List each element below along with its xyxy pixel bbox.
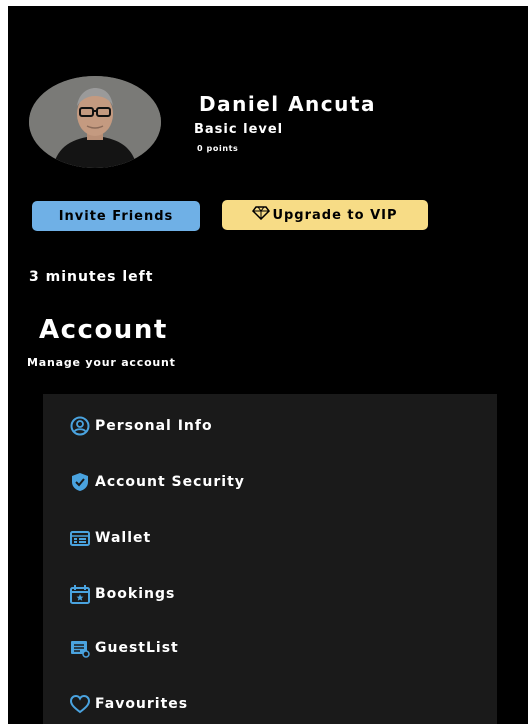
account-subheading: Manage your account xyxy=(27,356,176,369)
menu-item-personal-info[interactable]: Personal Info xyxy=(67,413,213,439)
menu-item-label: GuestList xyxy=(95,640,179,656)
heart-icon xyxy=(67,693,93,715)
account-heading: Account xyxy=(39,315,168,345)
guest-list-icon xyxy=(67,637,93,659)
menu-item-label: Favourites xyxy=(95,696,189,712)
calendar-icon xyxy=(67,583,93,605)
wallet-icon xyxy=(67,527,93,549)
diamond-icon xyxy=(252,206,271,224)
menu-item-label: Account Security xyxy=(95,474,245,490)
avatar[interactable] xyxy=(29,76,161,168)
menu-item-account-security[interactable]: Account Security xyxy=(67,469,245,495)
user-circle-icon xyxy=(67,415,93,437)
profile-name: Daniel Ancuta xyxy=(199,92,376,116)
menu-item-label: Wallet xyxy=(95,530,152,546)
menu-item-guestlist[interactable]: GuestList xyxy=(67,635,179,661)
membership-level: Basic level xyxy=(194,122,284,137)
invite-friends-button[interactable]: Invite Friends xyxy=(32,201,200,231)
upgrade-vip-label: Upgrade to VIP xyxy=(272,207,398,223)
time-left-text: 3 minutes left xyxy=(29,269,154,285)
account-menu: Personal Info Account Security Wallet Bo… xyxy=(43,394,497,724)
points-count: 0 points xyxy=(197,144,239,153)
avatar-photo xyxy=(29,76,161,168)
menu-item-label: Bookings xyxy=(95,586,176,602)
menu-item-bookings[interactable]: Bookings xyxy=(67,581,175,607)
profile-screen: Daniel Ancuta Basic level 0 points Invit… xyxy=(8,6,528,724)
menu-item-favourites[interactable]: Favourites xyxy=(67,691,188,717)
shield-check-icon xyxy=(67,471,93,493)
menu-item-wallet[interactable]: Wallet xyxy=(67,525,151,551)
upgrade-vip-button[interactable]: Upgrade to VIP xyxy=(222,200,428,230)
menu-item-label: Personal Info xyxy=(95,418,213,434)
invite-friends-label: Invite Friends xyxy=(58,208,174,224)
